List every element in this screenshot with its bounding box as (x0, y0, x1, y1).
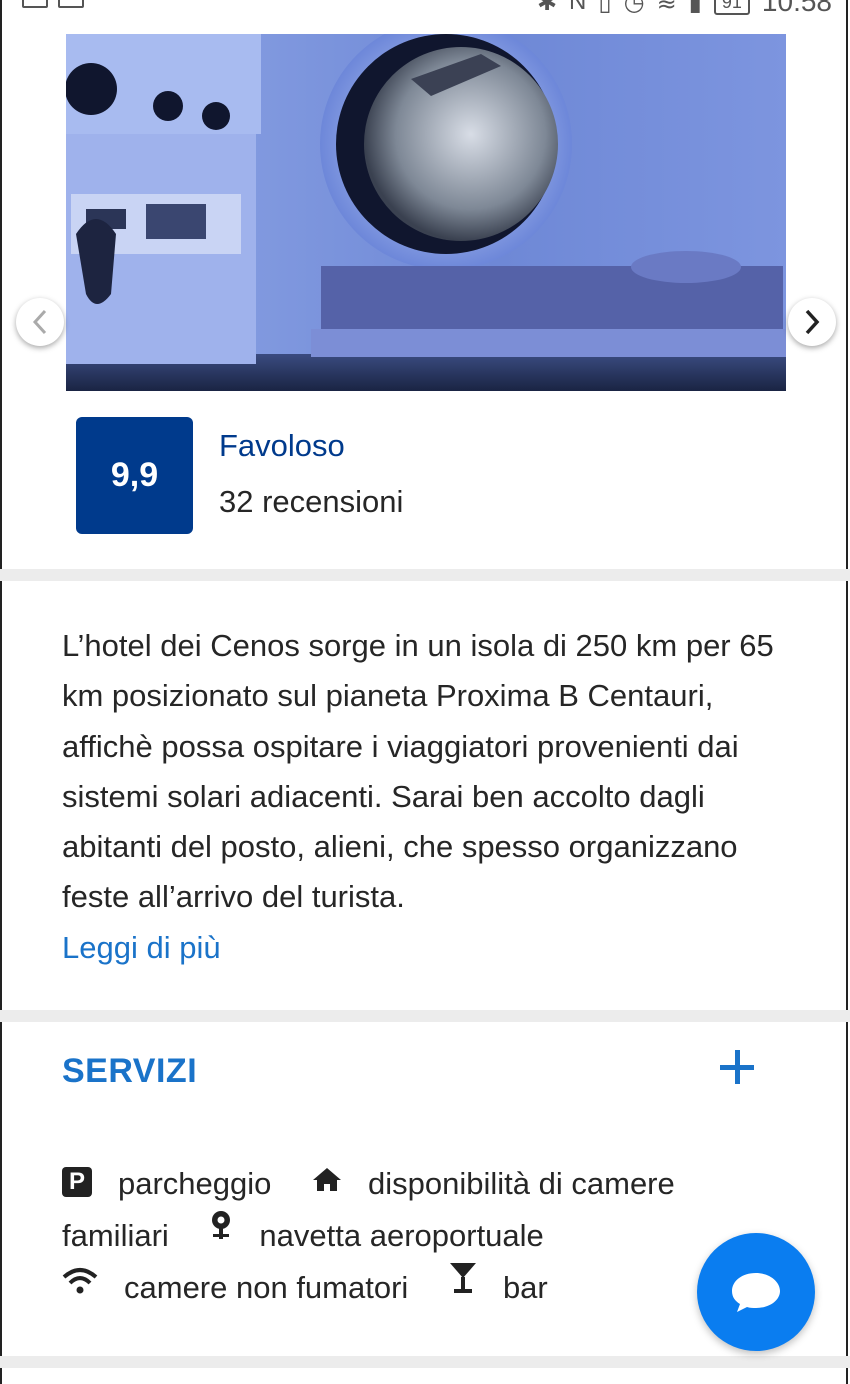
battery-indicator: 91 (713, 0, 750, 15)
section-divider (0, 1010, 850, 1022)
description-text: L’hotel dei Cenos sorge in un isola di 2… (62, 628, 774, 915)
home-icon (312, 1157, 342, 1207)
reviews-count[interactable]: 32 recensioni (219, 484, 403, 520)
expand-services-button[interactable] (716, 1046, 758, 1088)
chat-button[interactable] (697, 1233, 815, 1351)
services-list: Pparcheggio disponibilità di camere fami… (62, 1159, 762, 1314)
wifi-status-icon: ≋ (656, 0, 677, 16)
next-photo-button[interactable] (788, 298, 836, 346)
service-label: camere non fumatori (124, 1269, 409, 1305)
chat-bubble-icon (732, 1273, 780, 1312)
cocktail-icon (449, 1260, 477, 1310)
rating-label: Favoloso (219, 428, 345, 463)
service-label: parcheggio (118, 1166, 272, 1201)
previous-photo-button[interactable] (16, 298, 64, 346)
services-heading[interactable]: SERVIZI (62, 1052, 197, 1091)
room-illustration (66, 34, 786, 391)
screen-icon (22, 0, 48, 8)
gallery-icon (58, 0, 84, 8)
read-more-link[interactable]: Leggi di più (62, 923, 802, 973)
vibrate-icon: ▯ (598, 0, 612, 16)
nfc-icon: N (569, 0, 587, 15)
service-label: navetta aeroportuale (259, 1217, 544, 1253)
alarm-icon: ◷ (623, 0, 645, 16)
service-label: bar (502, 1269, 548, 1305)
service-item: bar (449, 1263, 548, 1305)
chevron-left-icon (32, 309, 47, 335)
section-divider (0, 569, 850, 581)
service-item: camere non fumatori (62, 1268, 409, 1305)
section-divider (0, 1356, 850, 1368)
service-item: navetta aeroportuale (209, 1210, 544, 1253)
hotel-description: L’hotel dei Cenos sorge in un isola di 2… (62, 621, 802, 973)
location-pin-icon (209, 1209, 233, 1259)
status-time: 10:58 (761, 0, 832, 17)
bluetooth-icon: ✱ (536, 0, 558, 16)
signal-icon: ▮ (688, 0, 702, 16)
wifi-icon (62, 1260, 98, 1310)
parking-icon: P (62, 1166, 92, 1197)
chevron-right-icon (805, 309, 820, 335)
hotel-photo[interactable] (66, 34, 786, 391)
rating-score-badge: 9,9 (76, 417, 193, 534)
service-item: Pparcheggio (62, 1166, 271, 1201)
status-bar: ✱ N ▯ ◷ ≋ ▮ 91 10:58 (0, 0, 850, 20)
